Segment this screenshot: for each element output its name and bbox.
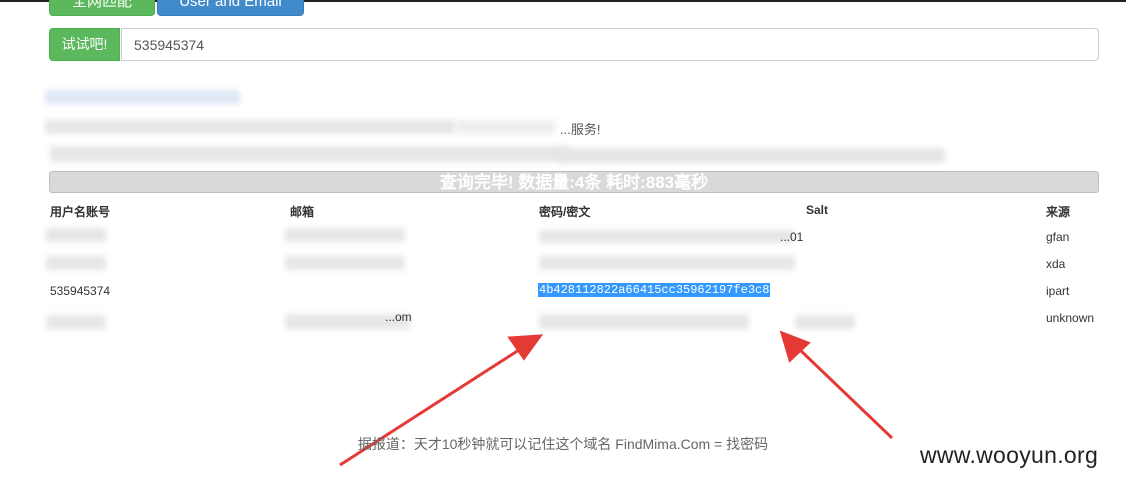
wooyun-watermark: www.wooyun.org: [920, 442, 1099, 468]
arrow-right: [779, 330, 894, 440]
red-arrows-annotation: [339, 330, 894, 467]
